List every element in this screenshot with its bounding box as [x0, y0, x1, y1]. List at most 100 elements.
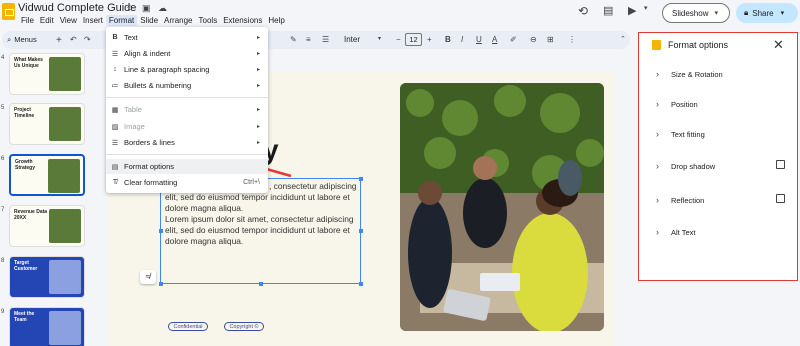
submenu-arrow-icon: ▸ — [256, 107, 260, 113]
submenu-arrow-icon: ▸ — [256, 51, 260, 57]
format-menu-item-text[interactable]: B Text ▸ — [106, 30, 268, 45]
menu-format[interactable]: Format — [105, 15, 138, 26]
font-select[interactable]: Inter — [344, 35, 360, 44]
panel-section-drop-shadow[interactable]: › Drop shadow — [656, 161, 715, 171]
chevron-right-icon: › — [656, 99, 659, 109]
format-menu-item-image[interactable]: ▨ Image ▸ — [106, 119, 268, 134]
format-menu-item-format-options[interactable]: ▤ Format options — [106, 159, 268, 174]
bold-button[interactable]: B — [445, 35, 451, 44]
align-icon: ☰ — [111, 50, 119, 58]
chevron-down-icon[interactable]: ▾ — [644, 4, 648, 12]
chevron-right-icon: › — [656, 69, 659, 79]
lock-icon: 🔒︎ — [744, 8, 749, 17]
slide-number: 8 — [1, 258, 5, 264]
slide-thumbnail-title: What Makes Us Unique — [14, 57, 43, 69]
italic-button[interactable]: I — [461, 35, 463, 44]
comments-icon[interactable]: ▤ — [603, 4, 613, 17]
underline-button[interactable]: U — [476, 35, 482, 44]
border-dash-icon[interactable]: ☰ — [322, 35, 329, 44]
menu-arrange[interactable]: Arrange — [161, 15, 195, 26]
slides-logo-icon[interactable] — [2, 3, 15, 20]
panel-section-text-fitting[interactable]: › Text fitting — [656, 129, 705, 139]
move-to-folder-icon[interactable]: ▣ — [142, 3, 151, 14]
menu-edit[interactable]: Edit — [37, 15, 57, 26]
chevron-right-icon: › — [656, 129, 659, 139]
panel-section-label: Alt Text — [671, 227, 696, 237]
format-menu-item-bullets-numbering[interactable]: ≔ Bullets & numbering ▸ — [106, 78, 268, 93]
menu-file[interactable]: File — [18, 15, 37, 26]
document-title[interactable]: Vidwud Complete Guide — [18, 2, 136, 14]
format-menu-item-label: Bullets & numbering — [124, 81, 192, 90]
chevron-right-icon: › — [656, 195, 659, 205]
format-menu-item-align-indent[interactable]: ☰ Align & indent ▸ — [106, 46, 268, 61]
font-size-input[interactable]: 12 — [405, 33, 422, 46]
undo-icon[interactable]: ↶ — [70, 35, 77, 44]
panel-section-label: Drop shadow — [671, 161, 716, 171]
chevron-down-icon[interactable]: ▾ — [781, 9, 785, 17]
redo-icon[interactable]: ↷ — [84, 35, 91, 44]
format-menu-item-line-paragraph-spacing[interactable]: ↕ Line & paragraph spacing ▸ — [106, 62, 268, 77]
link-icon[interactable]: ⊖ — [530, 35, 537, 44]
slide-number: 9 — [1, 309, 5, 315]
format-menu-item-borders-lines[interactable]: ☰ Borders & lines ▸ — [106, 135, 268, 150]
table-icon: ▦ — [111, 106, 119, 114]
menu-slide[interactable]: Slide — [137, 15, 161, 26]
slideshow-button[interactable]: Slideshow ▾ — [662, 3, 730, 23]
menu-extensions[interactable]: Extensions — [220, 15, 265, 26]
format-options-icon: ▤ — [111, 163, 119, 171]
slide-number: 7 — [1, 207, 5, 213]
panel-section-reflection[interactable]: › Reflection — [656, 195, 704, 205]
increase-font-icon[interactable]: + — [427, 35, 432, 44]
more-options-icon[interactable]: ⋮ — [568, 35, 576, 44]
cloud-saved-icon[interactable]: ☁ — [158, 3, 167, 14]
star-icon[interactable]: ☆ — [126, 3, 134, 14]
slide-thumbnail[interactable]: What Makes Us Unique — [9, 53, 85, 95]
menu-tools[interactable]: Tools — [196, 15, 221, 26]
slide-thumbnail[interactable]: Target Customer — [9, 256, 85, 298]
bullets-icon: ≔ — [111, 82, 119, 90]
border-weight-icon[interactable]: ≡ — [306, 35, 311, 44]
meet-icon[interactable]: ▶ — [628, 4, 636, 17]
panel-section-size-rotation[interactable]: › Size & Rotation — [656, 69, 723, 79]
menu-view[interactable]: View — [57, 15, 80, 26]
search-menus-button[interactable]: ⌕ Menus — [4, 32, 50, 47]
panel-section-label: Size & Rotation — [671, 69, 723, 79]
panel-section-position[interactable]: › Position — [656, 99, 698, 109]
format-menu-item-label: Image — [124, 122, 145, 131]
chevron-down-icon[interactable]: ▾ — [714, 9, 718, 17]
team-meeting-photo[interactable] — [400, 83, 604, 331]
pen-icon[interactable]: ✎ — [290, 35, 297, 44]
panel-checkbox[interactable] — [776, 160, 785, 169]
decrease-font-icon[interactable]: − — [396, 35, 401, 44]
spell-check-icon[interactable]: ≉ — [140, 270, 156, 284]
panel-section-label: Text fitting — [671, 129, 705, 139]
text-color-button[interactable]: A — [492, 35, 497, 44]
slide-thumbnail[interactable]: Growth Strategy — [9, 154, 85, 196]
slide-number: 5 — [1, 105, 5, 111]
format-menu-item-table[interactable]: ▦ Table ▸ — [106, 102, 268, 117]
close-icon[interactable]: ✕ — [773, 37, 784, 53]
chevron-down-icon[interactable]: ▾ — [378, 35, 381, 42]
format-options-icon — [652, 40, 661, 50]
chevron-right-icon: › — [656, 161, 659, 171]
chevron-right-icon: › — [656, 227, 659, 237]
format-menu-item-clear-formatting[interactable]: T̸ Clear formatting Ctrl+\ — [106, 175, 268, 190]
chevron-up-icon[interactable]: ⌃ — [620, 35, 626, 43]
clear-formatting-icon: T̸ — [112, 179, 118, 186]
slide-thumbnail[interactable]: Revenue Data 20XX — [9, 205, 85, 247]
new-slide-icon[interactable]: + — [56, 35, 62, 46]
confidential-pill: Confidential — [168, 322, 208, 331]
slide-thumbnails-panel: 4 What Makes Us Unique 5 Project Timeline 6 G… — [0, 50, 92, 346]
share-button[interactable]: 🔒︎ Share ▾ — [736, 3, 798, 23]
menu-insert[interactable]: Insert — [80, 15, 106, 26]
comment-add-icon[interactable]: ⊞ — [547, 35, 554, 44]
submenu-arrow-icon: ▸ — [256, 67, 260, 73]
highlight-icon[interactable]: ✐ — [510, 35, 517, 44]
menu-help[interactable]: Help — [265, 15, 287, 26]
panel-checkbox[interactable] — [776, 194, 785, 203]
slide-thumbnail[interactable]: Project Timeline — [9, 103, 85, 145]
panel-section-alt-text[interactable]: › Alt Text — [656, 227, 695, 237]
slide-thumbnail[interactable]: Meet the Team — [9, 307, 85, 346]
slide-thumbnail-title: Meet the Team — [14, 311, 35, 323]
history-icon[interactable]: ⟲ — [578, 4, 588, 18]
